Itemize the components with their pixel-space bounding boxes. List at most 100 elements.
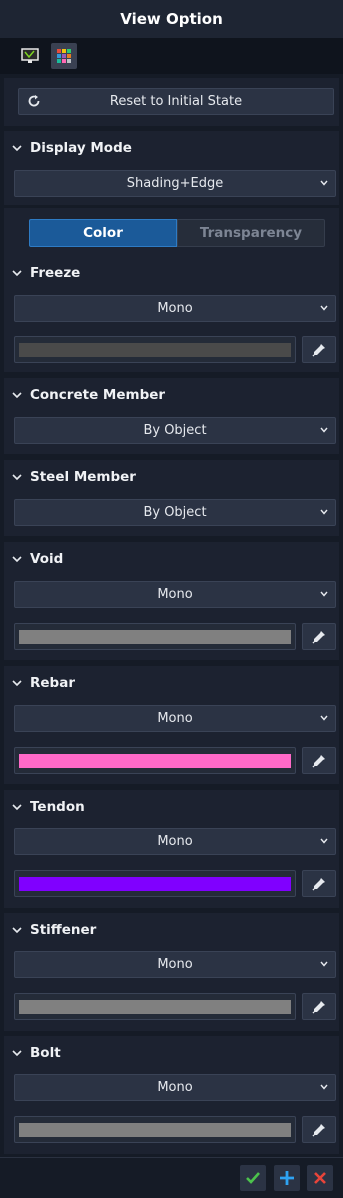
bolt-color-swatch[interactable] bbox=[14, 1116, 296, 1143]
void-color-swatch[interactable] bbox=[14, 623, 296, 650]
steel-member-value: By Object bbox=[143, 505, 207, 520]
bolt-mode-dropdown[interactable]: Mono bbox=[14, 1074, 336, 1101]
rebar-title: Rebar bbox=[30, 675, 75, 691]
bolt-header[interactable]: Bolt bbox=[12, 1044, 61, 1062]
chevron-down-icon bbox=[320, 961, 328, 967]
eyedropper-icon bbox=[312, 877, 325, 891]
freeze-section: Freeze Mono bbox=[4, 256, 339, 372]
stiffener-mode-value: Mono bbox=[157, 957, 193, 972]
tendon-mode-dropdown[interactable]: Mono bbox=[14, 828, 336, 855]
rebar-mode-value: Mono bbox=[157, 711, 193, 726]
close-icon bbox=[314, 1172, 326, 1184]
rebar-color-swatch[interactable] bbox=[14, 747, 296, 774]
chevron-down-icon bbox=[320, 305, 328, 311]
display-mode-section: Display Mode Shading+Edge bbox=[4, 131, 339, 205]
eyedropper-icon bbox=[312, 630, 325, 644]
concrete-member-title: Concrete Member bbox=[30, 387, 166, 403]
eyedropper-icon bbox=[312, 1000, 325, 1014]
color-palette-icon[interactable] bbox=[51, 43, 77, 69]
tab-panel: Color Transparency bbox=[4, 208, 339, 256]
eyedropper-icon bbox=[312, 343, 325, 357]
bolt-title: Bolt bbox=[30, 1045, 61, 1061]
freeze-eyedropper-button[interactable] bbox=[302, 336, 336, 363]
tendon-color-fill bbox=[19, 877, 291, 891]
eyedropper-icon bbox=[312, 754, 325, 768]
rebar-color-fill bbox=[19, 754, 291, 768]
void-mode-value: Mono bbox=[157, 587, 193, 602]
chevron-down-icon bbox=[320, 1084, 328, 1090]
bolt-color-fill bbox=[19, 1123, 291, 1137]
refresh-icon bbox=[28, 95, 40, 107]
steel-member-dropdown[interactable]: By Object bbox=[14, 499, 336, 526]
chevron-down-icon bbox=[12, 927, 22, 934]
reset-label: Reset to Initial State bbox=[109, 94, 243, 109]
chevron-down-icon bbox=[320, 509, 328, 515]
tendon-eyedropper-button[interactable] bbox=[302, 870, 336, 897]
eyedropper-icon bbox=[312, 1123, 325, 1137]
stiffener-title: Stiffener bbox=[30, 922, 97, 938]
void-section: Void Mono bbox=[4, 542, 339, 660]
chevron-down-icon bbox=[320, 427, 328, 433]
window-title: View Option bbox=[0, 0, 343, 38]
reset-panel: Reset to Initial State bbox=[4, 78, 339, 126]
display-mode-dropdown[interactable]: Shading+Edge bbox=[14, 170, 336, 197]
chevron-down-icon bbox=[12, 145, 22, 152]
concrete-member-section: Concrete Member By Object bbox=[4, 378, 339, 454]
rebar-section: Rebar Mono bbox=[4, 666, 339, 784]
tab-color[interactable]: Color bbox=[29, 219, 177, 247]
concrete-member-header[interactable]: Concrete Member bbox=[12, 386, 165, 404]
tab-transparency[interactable]: Transparency bbox=[177, 219, 325, 247]
void-eyedropper-button[interactable] bbox=[302, 623, 336, 650]
void-title: Void bbox=[30, 551, 64, 567]
display-mode-value: Shading+Edge bbox=[126, 176, 224, 191]
bolt-eyedropper-button[interactable] bbox=[302, 1116, 336, 1143]
ok-button[interactable] bbox=[240, 1165, 266, 1191]
chevron-down-icon bbox=[12, 680, 22, 687]
rebar-eyedropper-button[interactable] bbox=[302, 747, 336, 774]
void-color-fill bbox=[19, 630, 291, 644]
tendon-color-swatch[interactable] bbox=[14, 870, 296, 897]
freeze-color-fill bbox=[19, 343, 291, 357]
tendon-title: Tendon bbox=[30, 799, 85, 815]
steel-member-section: Steel Member By Object bbox=[4, 460, 339, 536]
rebar-mode-dropdown[interactable]: Mono bbox=[14, 705, 336, 732]
chevron-down-icon bbox=[12, 804, 22, 811]
add-button[interactable] bbox=[274, 1165, 300, 1191]
stiffener-eyedropper-button[interactable] bbox=[302, 993, 336, 1020]
chevron-down-icon bbox=[12, 270, 22, 277]
freeze-header[interactable]: Freeze bbox=[12, 264, 80, 282]
ok-icon bbox=[246, 1172, 260, 1184]
bolt-section: Bolt Mono bbox=[4, 1036, 339, 1154]
stiffener-color-swatch[interactable] bbox=[14, 993, 296, 1020]
steel-member-title: Steel Member bbox=[30, 469, 136, 485]
freeze-title: Freeze bbox=[30, 265, 81, 281]
chevron-down-icon bbox=[320, 838, 328, 844]
concrete-member-dropdown[interactable]: By Object bbox=[14, 417, 336, 444]
freeze-mode-dropdown[interactable]: Mono bbox=[14, 295, 336, 322]
tendon-mode-value: Mono bbox=[157, 834, 193, 849]
tendon-header[interactable]: Tendon bbox=[12, 798, 85, 816]
freeze-color-swatch[interactable] bbox=[14, 336, 296, 363]
display-mode-title: Display Mode bbox=[30, 140, 132, 156]
dialog-footer bbox=[0, 1157, 343, 1198]
chevron-down-icon bbox=[320, 715, 328, 721]
void-header[interactable]: Void bbox=[12, 550, 63, 568]
add-icon bbox=[280, 1171, 294, 1185]
chevron-down-icon bbox=[320, 180, 328, 186]
chevron-down-icon bbox=[12, 392, 22, 399]
void-mode-dropdown[interactable]: Mono bbox=[14, 581, 336, 608]
stiffener-header[interactable]: Stiffener bbox=[12, 921, 96, 939]
bolt-mode-value: Mono bbox=[157, 1080, 193, 1095]
steel-member-header[interactable]: Steel Member bbox=[12, 468, 136, 486]
concrete-member-value: By Object bbox=[143, 423, 207, 438]
display-mode-header[interactable]: Display Mode bbox=[12, 139, 132, 157]
display-settings-icon[interactable] bbox=[17, 43, 43, 69]
stiffener-mode-dropdown[interactable]: Mono bbox=[14, 951, 336, 978]
reset-button[interactable]: Reset to Initial State bbox=[18, 88, 334, 115]
rebar-header[interactable]: Rebar bbox=[12, 674, 75, 692]
tendon-section: Tendon Mono bbox=[4, 790, 339, 908]
freeze-mode-value: Mono bbox=[157, 301, 193, 316]
chevron-down-icon bbox=[320, 591, 328, 597]
stiffener-color-fill bbox=[19, 1000, 291, 1014]
close-button[interactable] bbox=[307, 1165, 333, 1191]
